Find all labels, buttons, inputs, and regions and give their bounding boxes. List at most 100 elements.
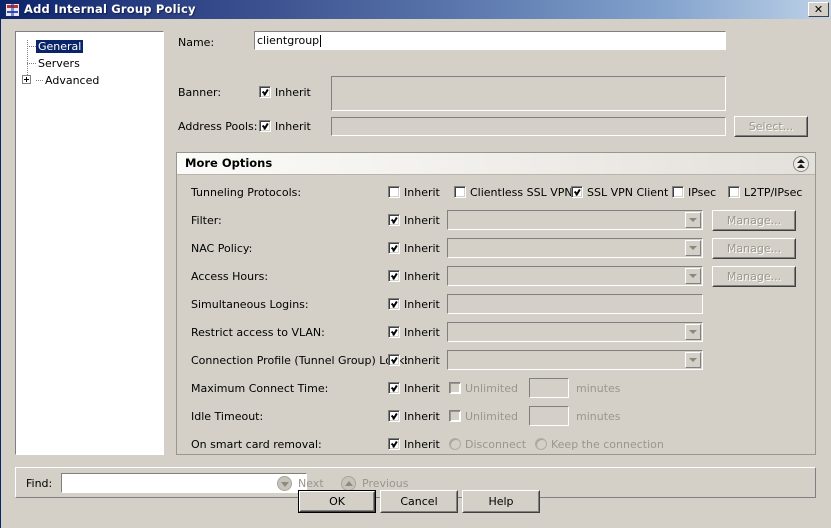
address-pools-label: Address Pools: [178,120,258,133]
checkbox-box [571,186,583,198]
unlimited-label: Unlimited [465,382,518,395]
tunneling-protocols-inherit-checkbox[interactable]: Inherit [388,186,440,200]
close-icon: ✕ [813,3,824,16]
checkbox-box [388,186,400,198]
filter-combobox[interactable] [447,210,703,230]
protocol-ssl-vpn-client-checkbox[interactable]: SSL VPN Client [571,186,668,200]
arrow-down-circle-icon[interactable] [277,476,292,491]
banner-inherit-checkbox[interactable]: Inherit [259,86,311,100]
checkbox-box [259,86,271,98]
checkbox-box [388,410,400,422]
search-input[interactable] [61,473,307,493]
filter-label: Filter: [191,214,222,227]
inherit-label: Inherit [404,438,440,451]
simultaneous-logins-inherit-checkbox[interactable]: Inherit [388,298,440,312]
inherit-label: Inherit [404,214,440,227]
checkbox-box [388,326,400,338]
cancel-button-label: Cancel [381,491,457,512]
maximum-connect-time-input[interactable] [529,378,569,398]
inherit-label: Inherit [404,382,440,395]
arrow-up-circle-icon[interactable] [341,476,356,491]
filter-manage-button[interactable]: Manage... [712,210,796,231]
find-next-label[interactable]: Next [298,477,324,491]
more-options-title: More Options [185,156,273,170]
smart-card-removal-inherit-checkbox[interactable]: Inherit [388,438,440,452]
chevron-down-icon[interactable] [685,268,701,284]
idle-timeout-input[interactable] [529,406,569,426]
protocol-label: IPsec [688,186,717,199]
protocol-ipsec-checkbox[interactable]: IPsec [672,186,716,200]
cancel-button[interactable]: Cancel [380,490,458,513]
idle-timeout-inherit-checkbox[interactable]: Inherit [388,410,440,424]
access-hours-manage-button[interactable]: Manage... [712,266,796,287]
tree-expander-advanced[interactable] [22,75,31,84]
checkbox-box [454,186,466,198]
inherit-label: Inherit [404,298,440,311]
help-button-label: Help [463,491,539,512]
banner-textarea[interactable] [331,76,726,111]
smart-card-disconnect-radio[interactable]: Disconnect [449,438,526,452]
nac-policy-combobox[interactable] [447,238,703,258]
checkbox-box [388,214,400,226]
checkbox-box [388,382,400,394]
tunnel-group-lock-label: Connection Profile (Tunnel Group) Lock: [191,354,409,367]
banner-label: Banner: [178,86,222,99]
checkbox-box [259,120,271,132]
filter-inherit-checkbox[interactable]: Inherit [388,214,440,228]
find-previous-label[interactable]: Previous [362,477,409,491]
inherit-label: Inherit [404,410,440,423]
protocol-clientless-ssl-vpn-checkbox[interactable]: Clientless SSL VPN [454,186,573,200]
sidebar-item-general[interactable]: General [36,39,84,54]
tunnel-group-lock-combobox[interactable] [447,350,703,370]
tree-tick [27,46,36,47]
sidebar-item-label: General [36,40,84,53]
restrict-vlan-combobox[interactable] [447,322,703,342]
manage-button-label: Manage... [713,239,795,258]
chevron-down-icon[interactable] [685,240,701,256]
maximum-connect-time-inherit-checkbox[interactable]: Inherit [388,382,440,396]
checkbox-box [388,242,400,254]
checkbox-box [449,382,461,394]
sidebar-item-advanced[interactable]: Advanced [43,73,101,88]
maximum-connect-time-unlimited-checkbox[interactable]: Unlimited [449,382,518,396]
chevron-down-icon[interactable] [685,212,701,228]
help-button[interactable]: Help [462,490,540,513]
navigation-tree[interactable]: General Servers Advanced [15,31,164,455]
tree-tick [27,63,36,64]
select-button[interactable]: Select... [734,116,808,137]
nac-policy-label: NAC Policy: [191,242,253,255]
close-button[interactable]: ✕ [808,2,829,17]
tunneling-protocols-label: Tunneling Protocols: [191,186,302,199]
tunnel-group-lock-inherit-checkbox[interactable]: Inherit [388,354,440,368]
sidebar-item-servers[interactable]: Servers [36,56,82,71]
unlimited-label: Unlimited [465,410,518,423]
ok-button[interactable]: OK [298,490,376,513]
policy-window-icon [5,3,20,17]
smart-card-keep-connection-radio[interactable]: Keep the connection [535,438,664,452]
restrict-vlan-inherit-checkbox[interactable]: Inherit [388,326,440,340]
radio-label: Keep the connection [551,438,664,451]
idle-timeout-units: minutes [576,410,621,423]
checkbox-box [449,410,461,422]
window-title: Add Internal Group Policy [24,2,196,16]
ok-button-label: OK [300,492,374,511]
nac-policy-manage-button[interactable]: Manage... [712,238,796,259]
checkbox-box [388,438,400,450]
access-hours-inherit-checkbox[interactable]: Inherit [388,270,440,284]
access-hours-label: Access Hours: [191,270,269,283]
access-hours-combobox[interactable] [447,266,703,286]
simultaneous-logins-input[interactable] [447,294,703,314]
protocol-label: SSL VPN Client [587,186,669,199]
address-pools-inherit-checkbox[interactable]: Inherit [259,120,311,134]
radio-circle [535,438,547,450]
inherit-label: Inherit [404,326,440,339]
nac-policy-inherit-checkbox[interactable]: Inherit [388,242,440,256]
protocol-l2tp-ipsec-checkbox[interactable]: L2TP/IPsec [728,186,802,200]
chevron-down-icon[interactable] [685,324,701,340]
address-pools-field[interactable] [331,117,726,136]
chevron-double-up-icon[interactable] [793,156,809,172]
checkbox-box [388,298,400,310]
name-input[interactable]: clientgroup [254,31,726,50]
idle-timeout-unlimited-checkbox[interactable]: Unlimited [449,410,518,424]
chevron-down-icon[interactable] [685,352,701,368]
